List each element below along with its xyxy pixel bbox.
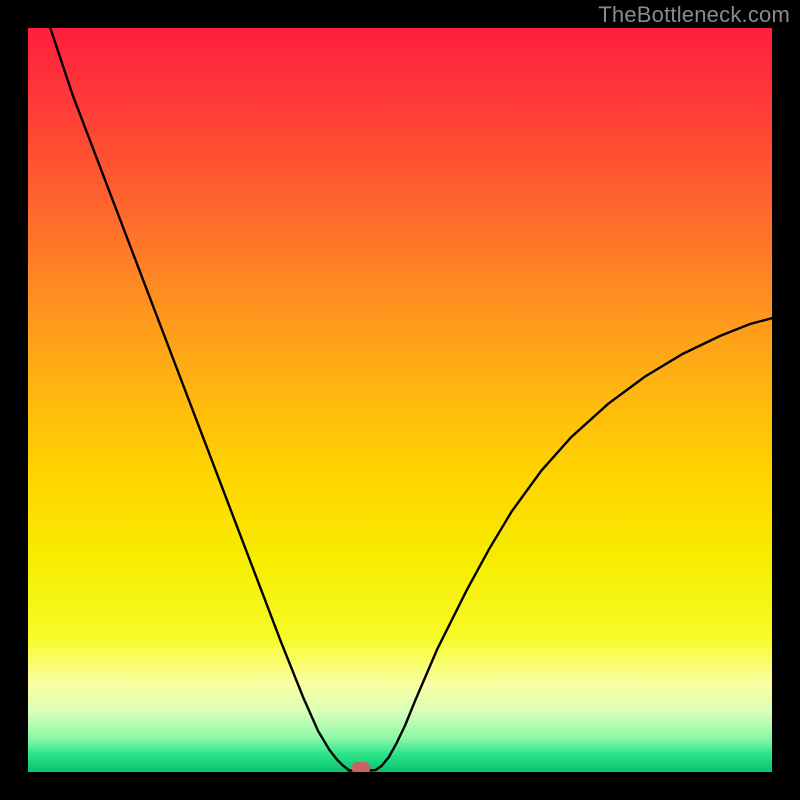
- chart-frame: TheBottleneck.com: [0, 0, 800, 800]
- chart-plot-area: [28, 28, 772, 772]
- chart-svg: [28, 28, 772, 772]
- chart-background: [28, 28, 772, 772]
- watermark-text: TheBottleneck.com: [598, 2, 790, 28]
- bottleneck-marker: [352, 762, 371, 772]
